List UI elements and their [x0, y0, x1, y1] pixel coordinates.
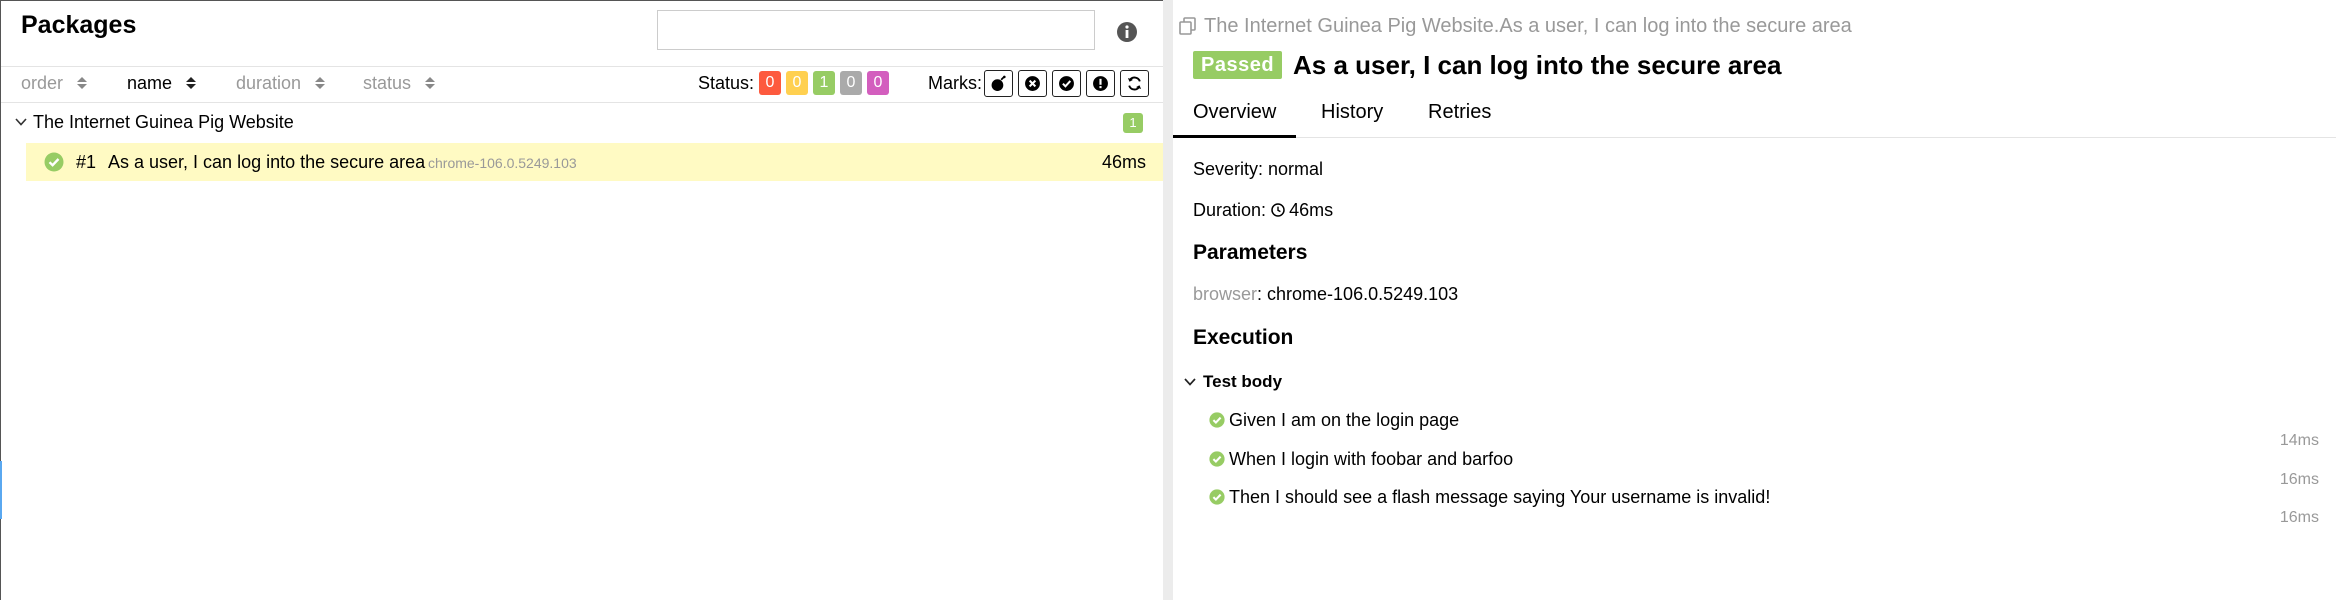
- tree-group[interactable]: The Internet Guinea Pig Website: [1, 106, 1164, 138]
- execution-heading: Execution: [1193, 326, 1294, 349]
- sort-order[interactable]: order: [21, 71, 88, 95]
- chevron-down-icon: [1184, 378, 1196, 386]
- test-path: The Internet Guinea Pig Website.As a use…: [1178, 14, 1852, 38]
- sort-label: name: [127, 73, 173, 93]
- sort-label: status: [363, 73, 412, 93]
- step-row[interactable]: When I login with foobar and barfoo: [1209, 447, 1513, 471]
- divider: [1, 102, 1164, 103]
- test-body-label: Test body: [1203, 372, 1283, 391]
- step-row[interactable]: Then I should see a flash message saying…: [1209, 485, 1770, 509]
- group-count-badge: 1: [1123, 113, 1143, 133]
- sort-label: duration: [236, 73, 302, 93]
- parameter-row: browser: chrome-106.0.5249.103: [1193, 282, 1458, 306]
- marks-filter-label: Marks:: [928, 73, 982, 93]
- flaky-mark-button[interactable]: [984, 70, 1013, 97]
- passed-status-icon: [1209, 451, 1225, 467]
- step-duration: 16ms: [2279, 509, 2319, 526]
- sort-arrows-icon: [425, 77, 436, 89]
- new-passed-icon: [1059, 76, 1074, 91]
- status-filter: 0 0 1 0 0: [759, 71, 889, 95]
- test-duration: 46ms: [1101, 152, 1146, 172]
- new-broken-icon: [1093, 76, 1108, 91]
- sort-name[interactable]: name: [127, 71, 197, 95]
- sort-label: order: [21, 73, 64, 93]
- sort-status[interactable]: status: [363, 71, 436, 95]
- sort-arrows-icon: [77, 77, 88, 89]
- flaky-icon: [991, 75, 1006, 91]
- status-filter-label: Status:: [698, 73, 755, 93]
- detail-tabs: Overview History Retries: [1173, 96, 2336, 138]
- severity-text: Severity: normal: [1193, 159, 1324, 179]
- step-row[interactable]: Given I am on the login page: [1209, 408, 1459, 432]
- pane-splitter[interactable]: [1163, 0, 1173, 600]
- step-text: When I login with foobar and barfoo: [1229, 448, 1514, 469]
- new-broken-mark-button[interactable]: [1086, 70, 1115, 97]
- test-title: As a user, I can log into the secure are…: [1293, 50, 1782, 80]
- passed-status-icon: [44, 152, 64, 172]
- status-count-unknown[interactable]: 0: [867, 71, 889, 95]
- tab-overview[interactable]: Overview: [1173, 96, 1297, 138]
- chevron-down-icon: [15, 118, 27, 126]
- step-duration: 14ms: [2279, 432, 2319, 449]
- duration-value: 46ms: [1289, 200, 1334, 220]
- sort-arrows-icon: [186, 77, 197, 89]
- status-badge: Passed: [1193, 51, 1283, 79]
- clock-icon: [1271, 203, 1285, 217]
- sort-duration[interactable]: duration: [236, 71, 326, 95]
- status-count-passed[interactable]: 1: [813, 71, 835, 95]
- test-parameter: chrome-106.0.5249.103: [428, 155, 577, 171]
- status-count-broken[interactable]: 0: [786, 71, 808, 95]
- test-name: As a user, I can log into the secure are…: [108, 152, 426, 172]
- test-details-pane: The Internet Guinea Pig Website.As a use…: [1173, 0, 2336, 600]
- sort-arrows-icon: [315, 77, 326, 89]
- test-number: #1: [76, 152, 97, 172]
- search-input[interactable]: [657, 10, 1095, 50]
- parameter-name: browser: [1193, 284, 1258, 304]
- new-failed-mark-button[interactable]: [1018, 70, 1047, 97]
- step-duration: 16ms: [2279, 471, 2319, 488]
- tree-test-item[interactable]: #1 As a user, I can log into the secure …: [26, 143, 1164, 181]
- step-text: Then I should see a flash message saying…: [1229, 486, 1771, 507]
- passed-status-icon: [1209, 489, 1225, 505]
- pane-title: Packages: [21, 11, 137, 39]
- retries-mark-button[interactable]: [1120, 70, 1149, 97]
- report-app: Packages order name duration status Stat…: [0, 0, 2336, 600]
- tree-group-title: The Internet Guinea Pig Website: [33, 112, 294, 132]
- pane-edge-accent: [0, 461, 2, 519]
- parameters-heading: Parameters: [1193, 241, 1308, 264]
- parameter-value: : chrome-106.0.5249.103: [1257, 284, 1459, 304]
- duration-label: Duration:: [1193, 200, 1267, 220]
- test-path-text: The Internet Guinea Pig Website.As a use…: [1204, 15, 1852, 37]
- status-count-failed[interactable]: 0: [759, 71, 781, 95]
- duration-row: Duration: 46ms: [1193, 198, 1333, 222]
- info-icon[interactable]: [1116, 21, 1138, 43]
- copy-icon[interactable]: [1178, 16, 1198, 36]
- marks-filter: [984, 70, 1149, 97]
- test-body-toggle[interactable]: Test body: [1183, 369, 1282, 395]
- packages-pane: Packages order name duration status Stat…: [0, 0, 1164, 600]
- status-count-skipped[interactable]: 0: [840, 71, 862, 95]
- tab-retries[interactable]: Retries: [1408, 96, 1511, 138]
- step-text: Given I am on the login page: [1229, 409, 1460, 430]
- new-passed-mark-button[interactable]: [1052, 70, 1081, 97]
- tab-history[interactable]: History: [1301, 96, 1403, 138]
- passed-status-icon: [1209, 412, 1225, 428]
- divider: [1, 66, 1164, 67]
- new-failed-icon: [1025, 76, 1040, 91]
- retries-icon: [1127, 76, 1142, 91]
